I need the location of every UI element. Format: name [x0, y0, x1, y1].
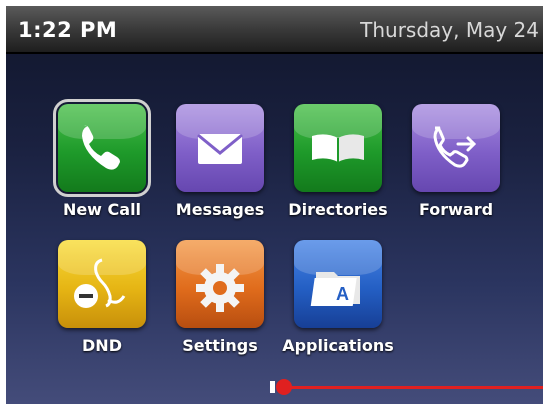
app-dnd[interactable]: DND — [50, 236, 154, 356]
app-forward[interactable]: Forward — [404, 100, 508, 220]
status-time: 1:22 PM — [18, 18, 118, 42]
open-book-icon — [294, 104, 382, 192]
app-label: New Call — [62, 200, 142, 219]
app-settings[interactable]: Settings — [168, 236, 272, 356]
phone-icon — [53, 99, 151, 197]
app-directories[interactable]: Directories — [286, 100, 390, 220]
app-label: Messages — [175, 200, 265, 219]
status-bar: 1:22 PM Thursday, May 24 — [6, 6, 543, 54]
app-messages[interactable]: Messages — [168, 100, 272, 220]
app-label: DND — [82, 336, 122, 355]
phone-screen: 1:22 PM Thursday, May 24 New Call Messag… — [6, 6, 543, 404]
page-indicator-line — [284, 386, 543, 389]
envelope-icon — [176, 104, 264, 192]
svg-text:A: A — [336, 284, 349, 304]
page-marker — [270, 381, 275, 393]
page-indicator-dot — [276, 379, 292, 395]
app-applications[interactable]: A Applications — [282, 236, 394, 356]
applications-folder-icon: A — [294, 240, 382, 328]
app-new-call[interactable]: New Call — [50, 99, 154, 220]
status-date: Thursday, May 24 — [360, 18, 539, 42]
app-label: Settings — [182, 336, 258, 355]
app-label: Forward — [418, 200, 494, 219]
app-label: Applications — [282, 336, 394, 355]
do-not-disturb-icon — [58, 240, 146, 328]
app-label: Directories — [288, 200, 388, 219]
page-indicator[interactable] — [270, 378, 543, 398]
gear-icon — [176, 240, 264, 328]
forward-call-icon — [412, 104, 500, 192]
